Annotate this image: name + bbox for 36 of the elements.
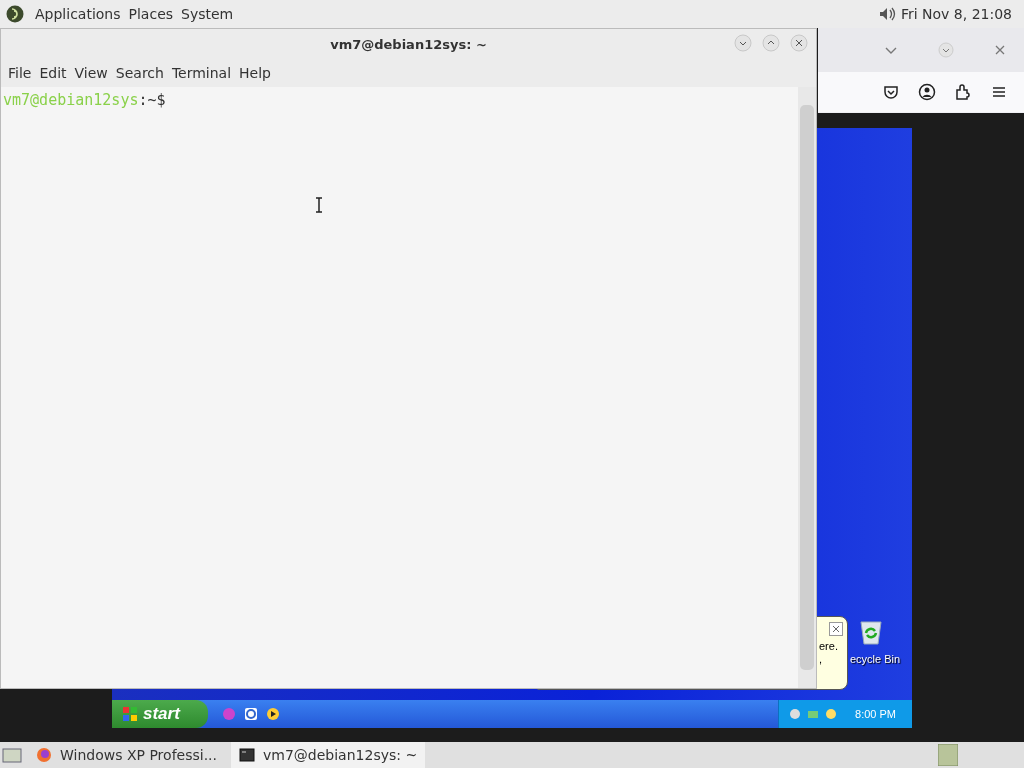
menu-item[interactable]: Search [111, 65, 168, 81]
close-icon[interactable] [790, 34, 808, 52]
media-player-icon[interactable] [266, 707, 280, 721]
panel-menu[interactable]: Places [124, 6, 178, 22]
balloon-text: , [819, 653, 824, 666]
close-icon[interactable] [829, 622, 843, 636]
taskbar-item[interactable]: vm7@debian12sys: ~ [231, 742, 426, 768]
text-cursor-icon [315, 197, 323, 213]
minimize-icon[interactable] [938, 42, 954, 58]
start-button[interactable]: start [112, 700, 208, 728]
prompt-user: vm7@debian12sys [3, 91, 139, 109]
menu-item[interactable]: Terminal [167, 65, 236, 81]
show-desktop-icon[interactable] [2, 746, 22, 764]
update-icon[interactable] [825, 708, 838, 720]
terminal-icon [239, 747, 255, 763]
windows-flag-icon [122, 706, 138, 722]
prompt-path: :~$ [138, 91, 166, 109]
close-icon[interactable] [994, 44, 1006, 56]
scrollbar[interactable] [798, 87, 816, 688]
balloon-text: ere. [819, 640, 839, 653]
panel-menu[interactable]: System [177, 6, 238, 22]
tray-icon[interactable] [789, 708, 802, 720]
account-icon[interactable] [918, 83, 936, 101]
extensions-icon[interactable] [954, 83, 972, 101]
panel-clock[interactable]: Fri Nov 8, 21:08 [896, 6, 1016, 22]
workspace-switcher-icon[interactable] [938, 744, 958, 766]
desktop-icon-label[interactable]: ecycle Bin [850, 653, 901, 665]
terminal-output[interactable]: vm7@debian12sys:~$ [1, 87, 798, 688]
menu-item[interactable]: Help [235, 65, 275, 81]
taskbar-item[interactable]: Windows XP Professi... [28, 742, 225, 768]
menu-item[interactable]: Edit [35, 65, 71, 81]
menu-item[interactable]: View [70, 65, 112, 81]
xp-clock: 8:00 PM [855, 708, 896, 720]
window-title: vm7@debian12sys: ~ [330, 36, 487, 52]
panel-menu[interactable]: Applications [31, 6, 125, 22]
menu-item[interactable]: File [4, 65, 36, 81]
